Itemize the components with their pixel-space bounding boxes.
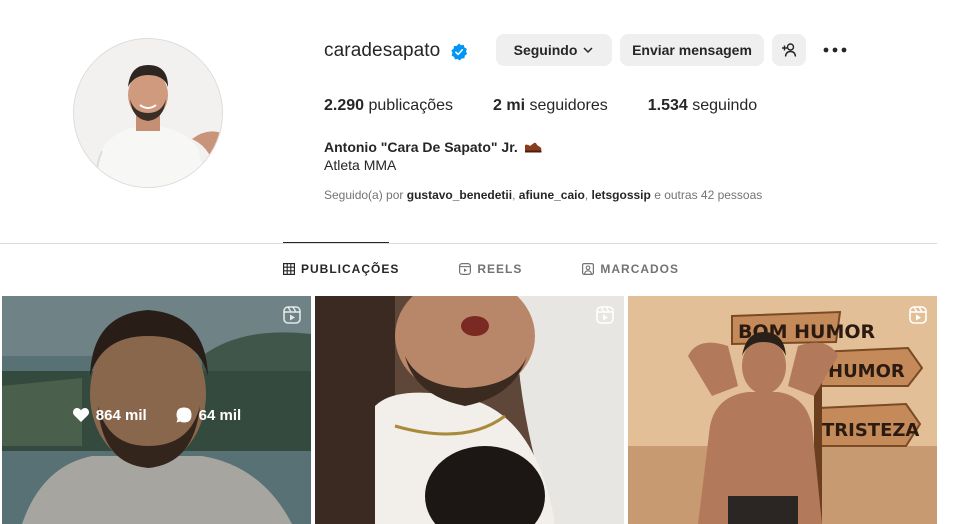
likes-count: 864 mil <box>95 406 147 424</box>
comment-icon <box>176 407 192 423</box>
tab-posts[interactable]: PUBLICAÇÕES <box>283 262 399 276</box>
profile-tabs: PUBLICAÇÕES REELS MARCADOS <box>283 262 739 276</box>
following-button-label: Seguindo <box>513 42 578 58</box>
more-options-icon <box>823 47 847 53</box>
suggested-users-button[interactable] <box>772 34 806 66</box>
profile-full-name: Antonio "Cara De Sapato" Jr. <box>324 139 542 155</box>
tab-reels-label: REELS <box>477 262 523 276</box>
svg-text:HUMOR: HUMOR <box>828 361 905 382</box>
profile-avatar[interactable] <box>73 38 223 188</box>
profile-stats: 2.290 publicações 2 mi seguidores 1.534 … <box>324 97 797 115</box>
likes-stat: 864 mil <box>72 406 147 424</box>
reels-icon <box>459 263 472 275</box>
more-options-button[interactable] <box>822 40 848 60</box>
shoe-emoji-icon <box>524 142 542 153</box>
following-count-value: 1.534 <box>647 97 688 114</box>
sign-tristeza: TRISTEZA <box>817 402 922 447</box>
post-image <box>315 296 624 524</box>
chevron-down-icon <box>583 47 593 54</box>
following-link[interactable]: 1.534 seguindo <box>648 97 757 115</box>
post-thumbnail[interactable]: 864 mil 64 mil <box>2 296 311 524</box>
followers-count-label: seguidores <box>529 97 608 114</box>
posts-count-label: publicações <box>368 97 454 114</box>
heart-icon <box>72 407 89 422</box>
send-message-label: Enviar mensagem <box>632 42 752 58</box>
followed-by-user[interactable]: afiune_caio <box>519 188 585 202</box>
followed-by-user[interactable]: letsgossip <box>592 188 651 202</box>
profile-username: caradesapato <box>324 40 441 61</box>
followers-count-value: 2 mi <box>493 97 526 114</box>
tabs-divider <box>0 243 937 244</box>
reel-indicator-icon <box>596 306 614 324</box>
svg-text:TRISTEZA: TRISTEZA <box>822 420 919 441</box>
tab-posts-label: PUBLICAÇÕES <box>301 262 400 276</box>
grid-icon <box>283 263 295 275</box>
comments-count: 64 mil <box>198 406 242 424</box>
tab-reels[interactable]: REELS <box>459 262 522 276</box>
following-count-label: seguindo <box>692 97 758 114</box>
verified-badge-icon <box>451 43 468 61</box>
following-button[interactable]: Seguindo <box>496 34 612 66</box>
tab-tagged-label: MARCADOS <box>600 262 680 276</box>
post-thumbnail[interactable]: BOM HUMOR HUMOR TRISTEZA <box>628 296 937 524</box>
tab-tagged[interactable]: MARCADOS <box>582 262 679 276</box>
post-hover-stats: 864 mil 64 mil <box>2 296 311 524</box>
followed-by-user[interactable]: gustavo_benedetii <box>407 188 512 202</box>
add-user-icon <box>782 43 797 57</box>
full-name-text: Antonio "Cara De Sapato" Jr. <box>324 139 518 155</box>
post-image: BOM HUMOR HUMOR TRISTEZA <box>628 296 937 524</box>
followed-by-prefix: Seguido(a) por <box>324 188 404 202</box>
posts-count-value: 2.290 <box>324 97 365 114</box>
reel-indicator-icon <box>909 306 927 324</box>
comments-stat: 64 mil <box>175 406 242 424</box>
followed-by-text[interactable]: Seguido(a) por gustavo_benedetii, afiune… <box>324 188 762 202</box>
followed-by-suffix: e outras 42 pessoas <box>654 188 763 202</box>
profile-category: Atleta MMA <box>324 157 397 173</box>
separator: , <box>584 188 589 202</box>
posts-count: 2.290 publicações <box>324 97 453 115</box>
send-message-button[interactable]: Enviar mensagem <box>620 34 764 66</box>
post-thumbnail[interactable] <box>315 296 624 524</box>
tagged-icon <box>582 263 595 275</box>
separator: , <box>512 188 516 202</box>
followers-link[interactable]: 2 mi seguidores <box>493 97 608 115</box>
active-tab-indicator <box>283 242 389 243</box>
